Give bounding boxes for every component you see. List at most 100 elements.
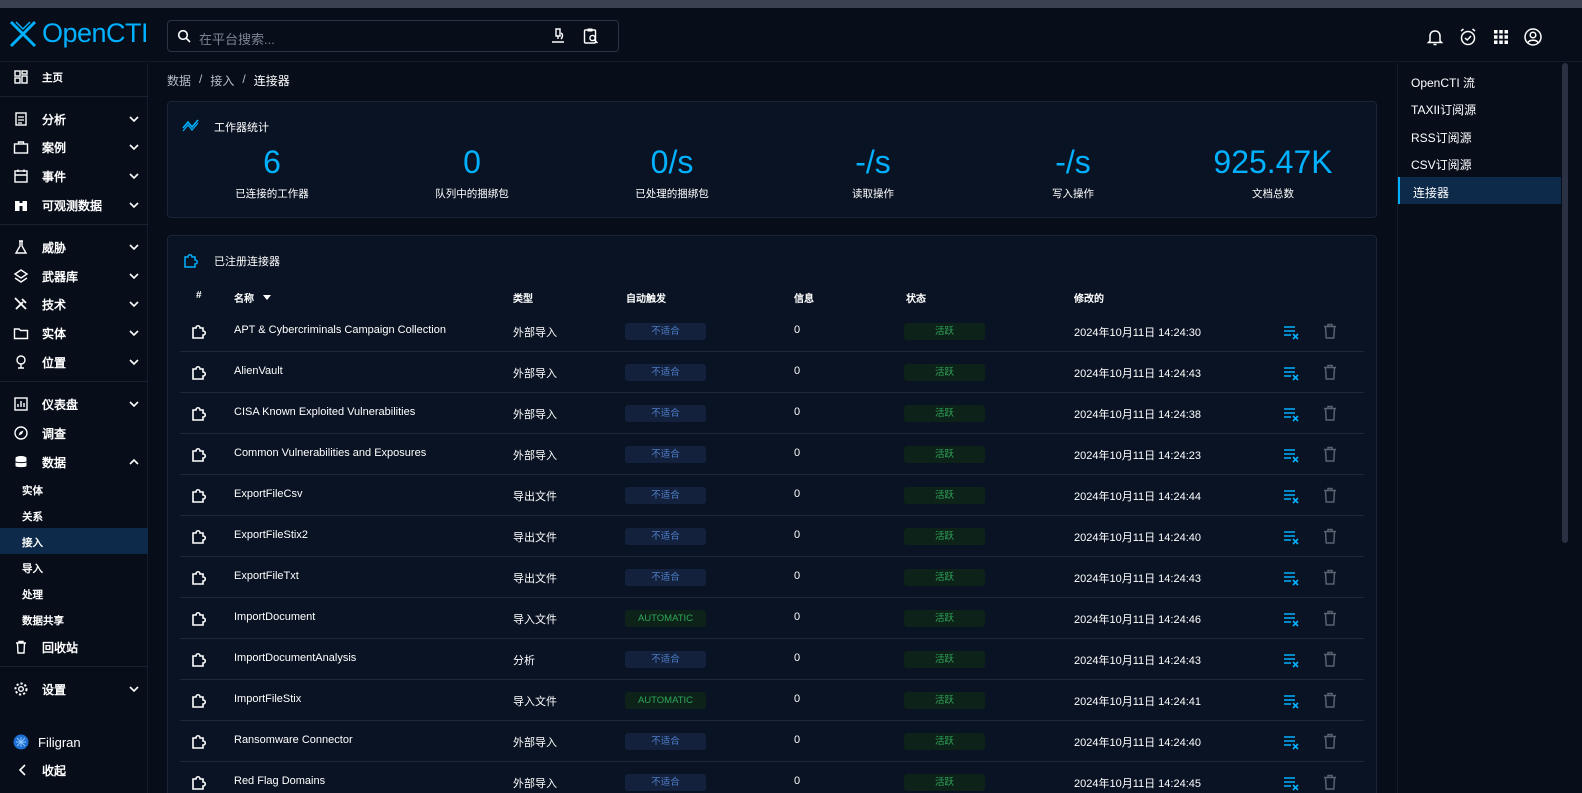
col-header-trigger[interactable]: 自动触发: [626, 290, 666, 305]
clear-works-icon[interactable]: [1282, 323, 1300, 341]
nav-data-processing[interactable]: 处理: [0, 580, 148, 606]
connector-name[interactable]: ImportDocument: [234, 611, 315, 623]
breadcrumb-item[interactable]: 接入: [210, 72, 234, 89]
calendar-icon: [14, 169, 28, 183]
delete-icon[interactable]: [1321, 486, 1339, 504]
nav-entities[interactable]: 实体: [0, 319, 148, 347]
nav-settings[interactable]: 设置: [0, 675, 148, 703]
nav-sub-label: 处理: [22, 589, 43, 601]
page-scrollbar[interactable]: [1562, 63, 1568, 543]
subnav-rss-feeds[interactable]: RSS订阅源: [1398, 122, 1561, 149]
table-row[interactable]: ImportDocument 导入文件 AUTOMATIC 0 活跃 2024年10月11…: [180, 598, 1364, 639]
nav-data[interactable]: 数据: [0, 448, 148, 476]
microscope-icon[interactable]: [549, 27, 567, 45]
delete-icon[interactable]: [1321, 568, 1339, 586]
delete-icon[interactable]: [1321, 445, 1339, 463]
nav-locations[interactable]: 位置: [0, 348, 148, 376]
delete-icon[interactable]: [1321, 363, 1339, 381]
collapse-button[interactable]: 收起: [0, 756, 148, 784]
status-badge: 活跃: [904, 651, 985, 668]
clear-works-icon[interactable]: [1282, 364, 1300, 382]
apps-grid-icon[interactable]: [1491, 27, 1511, 47]
nav-investigations[interactable]: 调查: [0, 419, 148, 447]
app-logo[interactable]: OpenCTI: [8, 18, 149, 49]
clear-works-icon[interactable]: [1282, 651, 1300, 669]
account-icon[interactable]: [1523, 27, 1543, 47]
clear-works-icon[interactable]: [1282, 405, 1300, 423]
alarm-clock-icon[interactable]: [1458, 27, 1478, 47]
clear-works-icon[interactable]: [1282, 487, 1300, 505]
col-header-info[interactable]: 信息: [794, 290, 814, 305]
connector-name[interactable]: ExportFileStix2: [234, 529, 308, 541]
subnav-taxii-feeds[interactable]: TAXII订阅源: [1398, 94, 1561, 121]
connector-name[interactable]: CISA Known Exploited Vulnerabilities: [234, 406, 415, 418]
nav-analyses[interactable]: 分析: [0, 105, 148, 133]
table-row[interactable]: ExportFileCsv 导出文件 不适合 0 活跃 2024年10月11日 14:24…: [180, 475, 1364, 516]
delete-icon[interactable]: [1321, 609, 1339, 627]
table-row[interactable]: Common Vulnerabilities and Exposures 外部导入…: [180, 434, 1364, 475]
modified-date: 2024年10月11日 14:24:44: [1074, 491, 1201, 503]
nav-data-entities[interactable]: 实体: [0, 476, 148, 502]
table-row[interactable]: ImportDocumentAnalysis 分析 不适合 0 活跃 2024年10月11…: [180, 639, 1364, 680]
table-row[interactable]: ExportFileStix2 导出文件 不适合 0 活跃 2024年10月11日 14:…: [180, 516, 1364, 557]
nav-techniques[interactable]: 技术: [0, 290, 148, 318]
bell-icon[interactable]: [1425, 27, 1445, 47]
table-row[interactable]: ExportFileTxt 导出文件 不适合 0 活跃 2024年10月11日 14:24…: [180, 557, 1364, 598]
delete-icon[interactable]: [1321, 322, 1339, 340]
table-row[interactable]: Ransomware Connector 外部导入 不适合 0 活跃 2024年10月11…: [180, 721, 1364, 762]
table-row[interactable]: APT & Cybercriminals Campaign Collection…: [180, 311, 1364, 352]
nav-observations[interactable]: 可观测数据: [0, 191, 148, 219]
nav-data-sharing[interactable]: 数据共享: [0, 606, 148, 632]
delete-icon[interactable]: [1321, 527, 1339, 545]
nav-trash[interactable]: 回收站: [0, 633, 148, 661]
clear-works-icon[interactable]: [1282, 774, 1300, 792]
connector-name[interactable]: APT & Cybercriminals Campaign Collection: [234, 324, 446, 336]
clear-works-icon[interactable]: [1282, 692, 1300, 710]
nav-events[interactable]: 事件: [0, 162, 148, 190]
delete-icon[interactable]: [1321, 691, 1339, 709]
connector-name[interactable]: Common Vulnerabilities and Exposures: [234, 447, 426, 459]
clipboard-search-icon[interactable]: [582, 27, 600, 45]
nav-dashboards[interactable]: 仪表盘: [0, 390, 148, 418]
nav-cases[interactable]: 案例: [0, 133, 148, 161]
table-row[interactable]: CISA Known Exploited Vulnerabilities 外部导入…: [180, 393, 1364, 434]
clear-works-icon[interactable]: [1282, 446, 1300, 464]
clear-works-icon[interactable]: [1282, 610, 1300, 628]
delete-icon[interactable]: [1321, 404, 1339, 422]
col-header-modified[interactable]: 修改的: [1074, 290, 1104, 305]
search-input[interactable]: 在平台搜索...: [167, 20, 619, 52]
connectors-title: 已注册连接器: [214, 256, 280, 268]
col-header-status[interactable]: 状态: [906, 290, 926, 305]
table-row[interactable]: AlienVault 外部导入 不适合 0 活跃 2024年10月11日 14:24:43: [180, 352, 1364, 393]
delete-icon[interactable]: [1321, 650, 1339, 668]
clear-works-icon[interactable]: [1282, 733, 1300, 751]
connector-name[interactable]: ExportFileTxt: [234, 570, 299, 582]
subnav-opencti-streams[interactable]: OpenCTI 流: [1398, 67, 1561, 94]
connector-name[interactable]: Ransomware Connector: [234, 734, 353, 746]
delete-icon[interactable]: [1321, 773, 1339, 791]
table-row[interactable]: ImportFileStix 导入文件 AUTOMATIC 0 活跃 2024年10月11…: [180, 680, 1364, 721]
nav-data-relationships[interactable]: 关系: [0, 502, 148, 528]
connector-name[interactable]: ExportFileCsv: [234, 488, 302, 500]
connector-name[interactable]: ImportDocumentAnalysis: [234, 652, 356, 664]
delete-icon[interactable]: [1321, 732, 1339, 750]
nav-data-ingestion[interactable]: 接入: [0, 528, 148, 554]
connector-name[interactable]: AlienVault: [234, 365, 283, 377]
connector-name[interactable]: ImportFileStix: [234, 693, 301, 705]
clear-works-icon[interactable]: [1282, 569, 1300, 587]
subnav-csv-feeds[interactable]: CSV订阅源: [1398, 149, 1561, 176]
nav-data-import[interactable]: 导入: [0, 554, 148, 580]
nav-home[interactable]: 主页: [0, 63, 148, 91]
stat-label: 文档总数: [1252, 188, 1294, 200]
table-row[interactable]: Red Flag Domains 外部导入 不适合 0 活跃 2024年10月11日 14…: [180, 762, 1364, 793]
nav-arsenal[interactable]: 武器库: [0, 262, 148, 290]
connector-name[interactable]: Red Flag Domains: [234, 775, 325, 787]
subnav-connectors[interactable]: 连接器: [1398, 177, 1561, 204]
breadcrumb-item[interactable]: 数据: [167, 72, 191, 89]
col-header-name[interactable]: 名称: [234, 290, 272, 305]
nav-threats[interactable]: 威胁: [0, 233, 148, 261]
stat-label: 已处理的捆绑包: [635, 188, 709, 200]
clear-works-icon[interactable]: [1282, 528, 1300, 546]
filigran-brand[interactable]: Filigran: [12, 733, 81, 751]
col-header-type[interactable]: 类型: [513, 290, 533, 305]
